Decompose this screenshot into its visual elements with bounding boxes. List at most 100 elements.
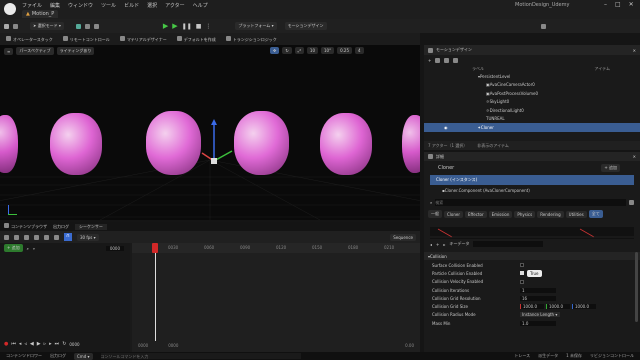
component-row[interactable]: ▪ Cloner.Component (AvaClonerComponent) [430,185,634,195]
outliner-row-cloner[interactable]: ◉ ✦ Cloner [424,123,640,133]
grid-size-y-field[interactable]: 1000.0 [546,304,570,310]
snap-icon[interactable] [54,234,59,240]
record-icon[interactable]: ● [4,341,8,347]
grid-snap-button[interactable]: 10 [306,47,319,54]
tab-physics[interactable]: Physics [514,210,536,218]
save-sequence-icon[interactable] [4,234,9,240]
outliner-row-camera[interactable]: ▣ AvaCineCameraActor0 [478,81,640,89]
outliner-add-icon[interactable]: + [428,58,431,63]
add-actor-icon[interactable] [75,23,81,29]
sphere-cluster-3[interactable] [146,111,201,175]
collision-section-header[interactable]: ▾ Collision [424,252,640,260]
sphere-cluster-2[interactable] [50,113,102,175]
settings-gear-icon[interactable] [629,199,634,205]
settings-icon[interactable] [540,23,546,29]
outliner-row-unreal[interactable]: T UNREAL [478,115,640,123]
cmd-dropdown[interactable]: Cmd ▾ [74,352,93,360]
particle-collision-checkbox[interactable] [520,271,524,276]
play-forward-icon[interactable]: ▶ [37,341,41,347]
tab-emission[interactable]: Emission [488,210,513,218]
first-frame-icon[interactable]: ⏮ [11,341,16,347]
camera-cut-icon[interactable] [24,234,29,240]
tab-sequencer[interactable]: シーケンサー [75,223,107,230]
minimize-icon[interactable]: – [604,1,607,8]
keyframe-icon[interactable] [44,234,49,240]
camera-speed-button[interactable]: 4 [355,47,364,54]
radius-mode-dropdown[interactable]: Instance Length ▾ [520,312,560,318]
grid-resolution-field[interactable]: 16 [520,295,556,301]
console-input[interactable] [100,353,301,359]
output-log-button[interactable]: 出力ログ [50,353,66,359]
play-reverse-icon[interactable]: ◀ [30,341,34,347]
keyframe-field[interactable] [473,241,544,247]
toolbar2-item-material-designer[interactable]: マテリアルデザイナー [119,35,167,43]
iterations-field[interactable]: 1 [520,287,556,293]
translate-icon[interactable]: ✥ [270,47,280,54]
end-value[interactable]: 0.00 [405,343,414,348]
platform-button[interactable]: プラットフォーム ▾ [235,22,277,30]
add-component-button[interactable]: + 追加 [601,164,620,172]
more-options-icon[interactable]: ⋮ [205,23,211,30]
toolbar2-item-remote-control[interactable]: リモートコントロール [62,35,110,43]
details-search-input[interactable] [435,198,626,206]
loop-icon[interactable]: ↻ [62,341,66,347]
scale-icon[interactable]: ⤢ [294,47,304,54]
menu-item-window[interactable]: ウィンドウ [68,2,93,9]
grid-size-x-field[interactable]: 1000.0 [520,304,544,310]
unsaved-indicator[interactable]: 1 未保存 [566,353,582,359]
end-frame[interactable]: 0000 [168,343,178,348]
tab-all[interactable]: 全て [588,210,603,218]
outliner-filter-icon[interactable] [444,57,450,63]
toolbar2-item-create-defaults[interactable]: デフォルトを作成 [176,35,216,43]
motion-design-button[interactable]: モーションデザイン [284,22,327,30]
menu-item-select[interactable]: 選択 [147,2,157,9]
revision-control-button[interactable]: リビジョンコントロール [590,353,634,359]
outliner-row-directionallight[interactable]: ☼ DirectionalLight0 [478,107,640,115]
tab-output-log[interactable]: 出力ログ [53,224,69,230]
visibility-eye-icon[interactable]: ◉ [444,125,448,130]
add-track-button[interactable]: + 追加 [4,244,23,252]
project-tab[interactable]: ▲ Motion_P [22,10,59,18]
viewport-menu-icon[interactable]: ≡ [4,47,14,55]
content-icon[interactable] [13,23,18,29]
scale-snap-button[interactable]: 0.25 [337,47,353,54]
component-instance-row[interactable]: Cloner (インスタンス) [430,175,634,185]
next-frame-icon[interactable]: ▹ [44,341,47,347]
current-time[interactable]: 0000 [105,245,124,251]
perspective-button[interactable]: パースペクティブ [16,47,54,55]
trace-button[interactable]: トレース [514,353,530,359]
derived-data-button[interactable]: 派生データ [538,353,558,359]
menu-item-tools[interactable]: ツール [101,2,116,9]
fps-dropdown[interactable]: 30 fps ▾ [77,233,99,241]
outliner-lock-icon[interactable] [453,57,459,63]
curve-preview[interactable] [430,227,634,239]
playhead-marker[interactable] [152,243,158,253]
render-icon[interactable] [34,234,39,240]
start-frame[interactable]: 0000 [138,343,148,348]
viewport[interactable]: ≡ パースペクティブ ライティングあり ✥ ↻ ⤢ 10 10° 0.25 4 [0,45,420,220]
tab-cloner[interactable]: Cloner [444,210,463,218]
prev-frame-icon[interactable]: ◃ [24,341,27,347]
track-search-icon[interactable]: ⌕ [27,246,29,251]
grid-size-z-field[interactable]: 1000.0 [572,304,596,310]
prev-key-icon[interactable]: ◂ [430,242,432,247]
tab-content-browser[interactable]: コンテンツブラウザ [4,223,47,230]
menu-item-file[interactable]: ファイル [22,2,42,9]
details-scrollbar[interactable] [635,252,638,322]
surface-collision-checkbox[interactable] [520,263,524,268]
prev-key-frame-icon[interactable]: ◂ [19,341,22,347]
next-key-frame-icon[interactable]: ▸ [49,341,52,347]
menu-item-build[interactable]: ビルド [124,2,139,9]
find-icon[interactable] [14,234,19,240]
menu-item-edit[interactable]: 編集 [50,2,60,9]
content-drawer-button[interactable]: コンテンツドロワー [6,353,42,359]
track-filter-icon[interactable]: ▿ [33,246,35,251]
outliner-row-postprocess[interactable]: ▣ AvaPostProcessVolume0 [478,90,640,98]
tab-utilities[interactable]: Utilities [565,210,587,218]
play-icon[interactable]: ▶ [163,22,168,30]
velocity-collision-checkbox[interactable] [520,279,524,284]
outliner-close-icon[interactable]: ✕ [633,48,636,53]
last-frame-icon[interactable]: ⏭ [55,341,60,347]
tab-rendering[interactable]: Rendering [537,210,564,218]
sequence-icon[interactable] [93,23,99,29]
